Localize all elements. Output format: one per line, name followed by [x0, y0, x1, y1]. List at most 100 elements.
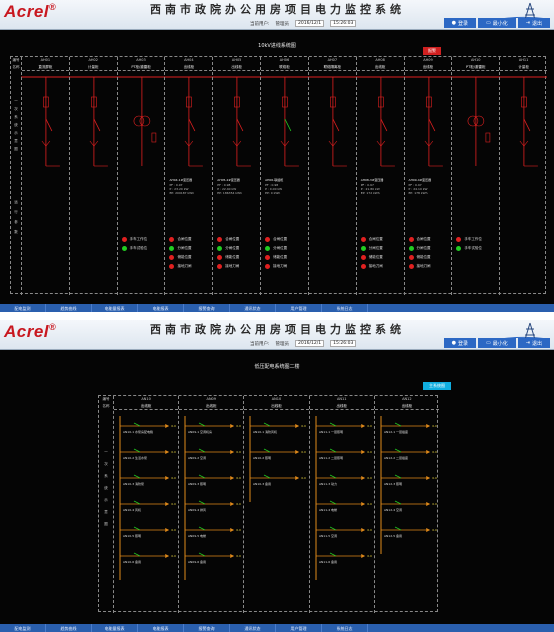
nav-item-2[interactable]: 电能量报表 [92, 624, 138, 632]
exit-button[interactable]: ⇥ 退出 [517, 18, 550, 28]
status-label: 分闸位置 [177, 246, 192, 250]
meter-ep: EP: 186354 kWh [217, 191, 242, 196]
status-list: 合闸位置 分闸位置 储能位置 接地刀闸 [217, 235, 239, 271]
feeder-reading: 0.0 [432, 476, 437, 480]
column-id: AH02 [88, 58, 98, 62]
column-header: AH01 直流屏柜 [22, 57, 69, 71]
feeder-arrow [425, 424, 430, 428]
feeder-arrow [425, 476, 430, 480]
switchgear-symbol [376, 77, 395, 167]
column-header: AN12 出线柜 [374, 396, 439, 410]
column-header: AH10 PT柜/避雷柜 [452, 57, 500, 71]
status-label: 储能位置 [368, 255, 383, 259]
status-row: 合闸位置 [265, 235, 287, 244]
nav-item-6[interactable]: 用户管理 [276, 624, 322, 632]
nav-item-1[interactable]: 趋势曲线 [46, 624, 92, 632]
diagram-title: 10kV进线系统图 [258, 43, 296, 49]
status-label: 储能位置 [225, 255, 240, 259]
status-list: 手车工作位 手车试验位 [121, 235, 147, 253]
column-id: AH04 [184, 58, 194, 62]
status-row: 分闸位置 [408, 244, 431, 253]
nav-item-7[interactable]: 系统日志 [322, 624, 368, 632]
feeder-arrow [425, 528, 430, 532]
minimize-button[interactable]: ▭ 最小化 [478, 338, 516, 348]
nav-item-0[interactable]: 配电监测 [0, 304, 46, 312]
status-list: 合闸位置 分闸位置 储能位置 接地刀闸 [408, 235, 431, 271]
nav-item-2[interactable]: 电能量报表 [92, 304, 138, 312]
alarm-button[interactable]: 报警 [423, 47, 441, 55]
feeder-label: AN11-4 电梯 [319, 507, 337, 512]
feeder-reading: 0.0 [302, 424, 307, 428]
column-header: AH07 联络隔离柜 [308, 57, 356, 71]
status-indicator [456, 246, 462, 251]
nav-item-3[interactable]: 电能报表 [138, 304, 184, 312]
hv-column-AH10: AH10 PT柜/避雷柜 手车工作位 手车试验位 [451, 57, 500, 295]
nav-item-5[interactable]: 通讯状态 [230, 624, 276, 632]
row-label-name: 名称 [102, 404, 110, 408]
switch-blade [394, 422, 401, 427]
feeder-reading: 0.0 [171, 554, 176, 558]
lv-column-1: AN09 出线柜 AN09-1 空调机房 0.0 AN09-2 空调 0.0 AN09-3 … [178, 396, 244, 613]
status-indicator [360, 264, 366, 269]
status-indicator [408, 246, 414, 251]
status-row: 手车工作位 [121, 235, 147, 244]
bottom-nav: 配电监测 趋势曲线 电能量报表 电能报表 报警查询 通讯状态 用户管理 系统日志 [0, 304, 554, 312]
status-row: 储能位置 [360, 253, 383, 262]
nav-item-6[interactable]: 用户管理 [276, 304, 322, 312]
hv-column-AH08: AH08 出线柜 AH08-3#变压器 PF : 0.97 P : 21.80 kW EP… [355, 57, 404, 295]
column-id: AN09 [206, 397, 217, 401]
status-row: 接地刀闸 [408, 262, 431, 271]
exit-button[interactable]: ⇥ 退出 [517, 338, 550, 348]
login-button[interactable]: ● 登录 [443, 338, 477, 348]
switch-blade [199, 422, 206, 427]
nav-item-3[interactable]: 电能报表 [138, 624, 184, 632]
hv-column-AH06: AH06 联络柜 AH06-联络柜 PF : 0.98 P : 0.00 kW EP: 0… [260, 57, 308, 295]
feeder-arrow [360, 476, 365, 480]
column-header: AH11 计量柜 [500, 57, 547, 71]
switch-blade [133, 474, 141, 479]
nav-item-0[interactable]: 配电监测 [0, 624, 46, 632]
switch-blade [133, 552, 141, 557]
status-row: 合闸位置 [217, 235, 239, 244]
column-name: 出线柜 [374, 65, 386, 69]
feeder-arrow [230, 528, 235, 532]
column-header: AN10 出线柜 [114, 396, 179, 410]
status-indicator [217, 255, 223, 260]
status-indicator [456, 237, 462, 242]
lv-feeder-diagram: AN10-1 水泵房配电箱 0.0 AN10-2 生活水泵 0.0 AN10-3 消防泵… [119, 416, 176, 580]
main-diagram-button[interactable]: 主系统图 [423, 382, 451, 390]
column-header: AH09 出线柜 [404, 57, 452, 71]
feeder-label: AN09-1 空调机房 [188, 429, 212, 434]
nav-item-4[interactable]: 报警查询 [184, 304, 230, 312]
app-header: Acrel® 西南市政院办公用房项目电力监控系统 当前用户: 管理员 2016/… [0, 0, 554, 30]
column-header: AH06 联络柜 [261, 57, 308, 71]
switch-blade [332, 118, 340, 132]
nav-item-4[interactable]: 报警查询 [184, 624, 230, 632]
column-name: 出线柜 [183, 65, 195, 69]
status-indicator [265, 237, 271, 242]
pt-coil [467, 115, 479, 127]
login-button[interactable]: ● 登录 [443, 18, 477, 28]
row-label-diagram: 一次系统示意图 [104, 450, 108, 526]
feeder-label: AN09-4 排风 [188, 507, 206, 512]
feeder-label: AN10-5 照明 [123, 534, 141, 538]
brand-logo: Acrel® [4, 2, 57, 21]
column-name: 联络隔离柜 [323, 65, 342, 69]
switch-blade [133, 526, 141, 531]
nav-item-5[interactable]: 通讯状态 [230, 304, 276, 312]
feeder-arrow [425, 502, 430, 506]
feeder-reading: 0.0 [236, 424, 241, 428]
nav-item-7[interactable]: 系统日志 [322, 304, 368, 312]
nav-item-1[interactable]: 趋势曲线 [46, 304, 92, 312]
status-row: 合闸位置 [360, 235, 383, 244]
app-header: Acrel® 西南市政院办公用房项目电力监控系统 当前用户: 管理员 2016/… [0, 320, 554, 350]
feeder-arrow [360, 528, 365, 532]
switch-blade [133, 448, 141, 453]
feeder-arrow [230, 450, 235, 454]
diagram-title: 低压配电系统图二楼 [254, 364, 300, 370]
feeder-reading: 0.0 [236, 450, 241, 454]
status-row: 分闸位置 [217, 244, 239, 253]
minimize-button[interactable]: ▭ 最小化 [478, 18, 516, 28]
feeder-reading: 0.0 [432, 528, 437, 532]
switch-blade [394, 474, 401, 479]
